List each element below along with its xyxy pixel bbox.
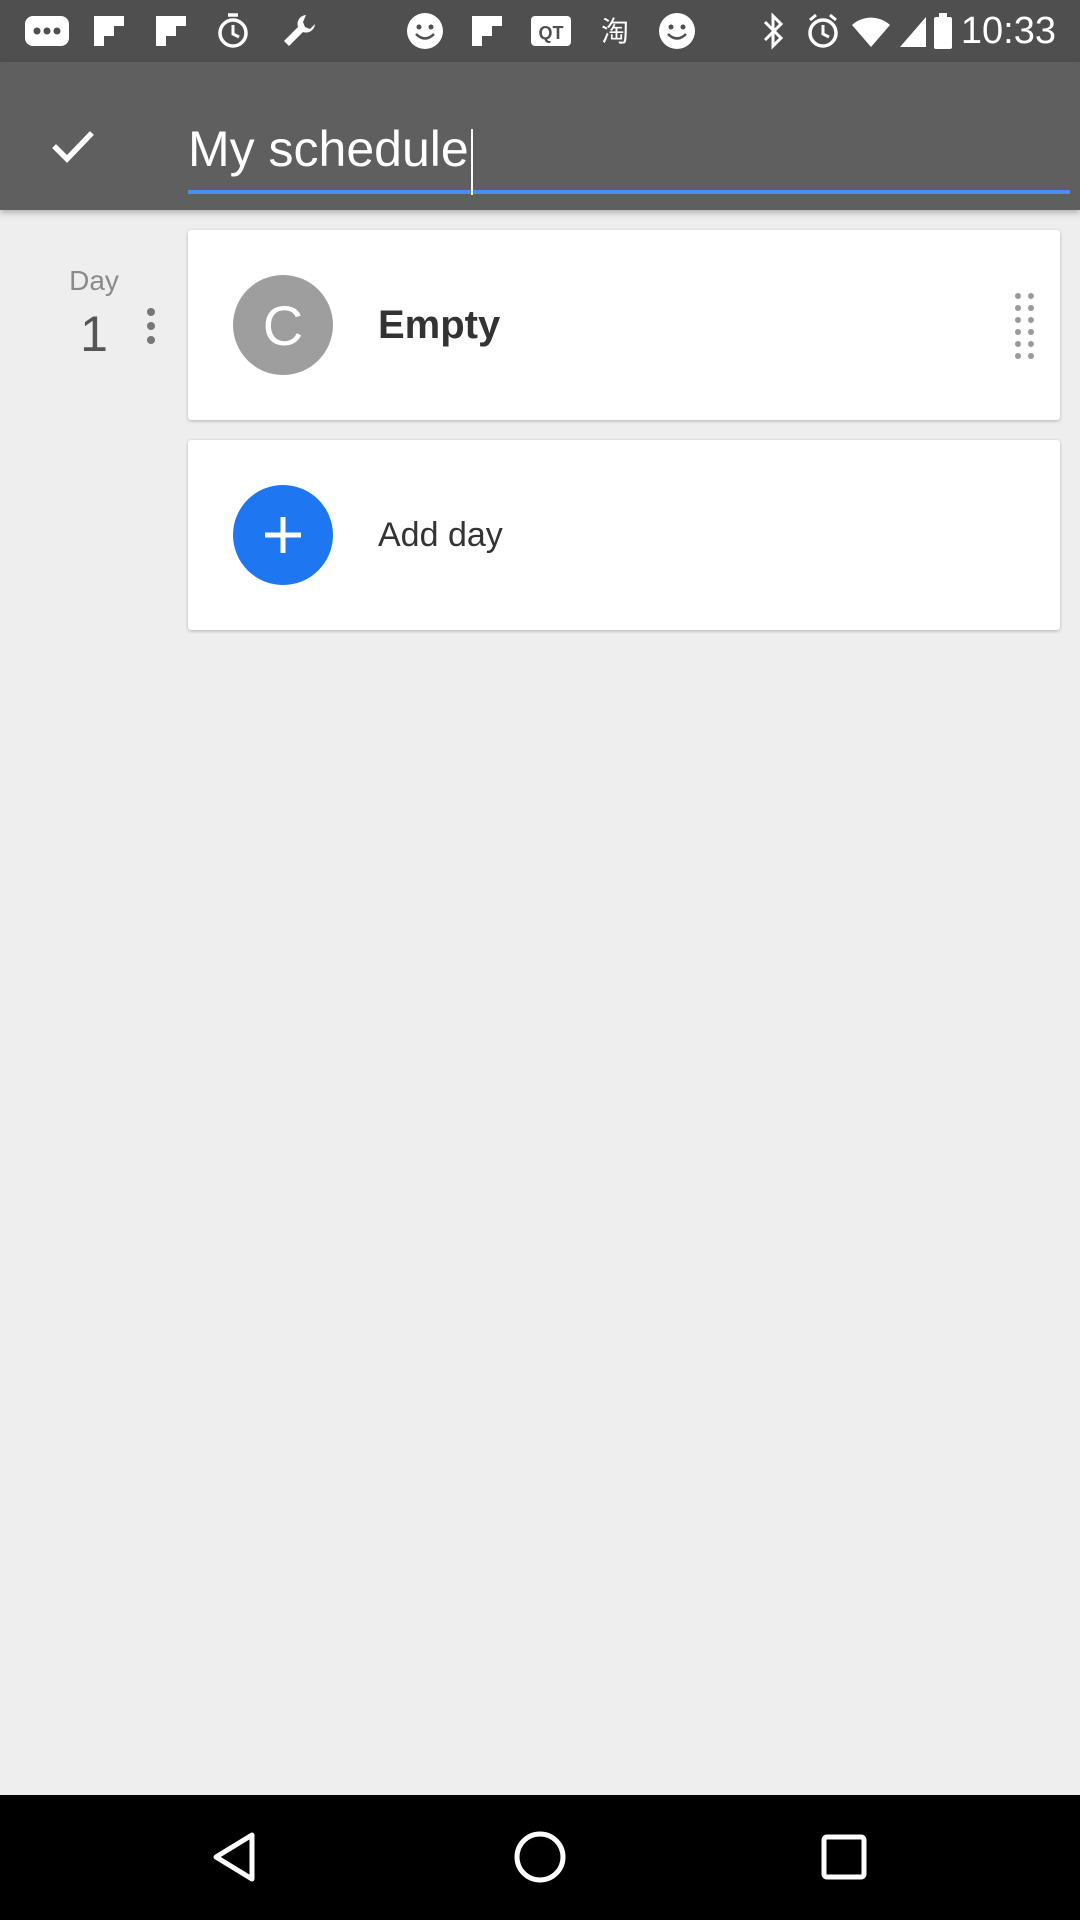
bluetooth-icon [750, 8, 796, 54]
alarm-icon [800, 8, 846, 54]
more-vert-icon[interactable] [136, 296, 166, 356]
recents-square-icon [821, 1834, 867, 1880]
smiley-icon [402, 8, 448, 54]
battery-icon [920, 8, 966, 54]
routine-avatar: C [233, 275, 333, 375]
plus-icon [233, 485, 333, 585]
back-button[interactable] [191, 1817, 281, 1897]
more-horiz-icon [24, 8, 70, 54]
day-number: 1 [80, 306, 108, 362]
smiley-icon [654, 8, 700, 54]
app-bar: My schedule [0, 62, 1080, 210]
schedule-name-value: My schedule [188, 121, 469, 177]
drag-handle-icon[interactable] [1014, 274, 1036, 378]
clock-time: 10:33 [960, 10, 1056, 52]
svg-text:QT: QT [539, 23, 564, 43]
taobao-icon: 淘 [592, 8, 638, 54]
wifi-icon [848, 8, 894, 54]
recents-button[interactable] [799, 1817, 889, 1897]
day-label: Day [69, 265, 119, 296]
day-routine-card[interactable]: C Empty [188, 230, 1060, 420]
confirm-button[interactable] [30, 104, 116, 190]
add-day-button[interactable]: Add day [188, 440, 1060, 630]
alarm-icon [210, 8, 256, 54]
wrench-icon [276, 8, 322, 54]
add-day-label: Add day [378, 516, 503, 554]
flipboard-icon [86, 8, 132, 54]
status-bar: QT 淘 10:33 [0, 0, 1080, 62]
flipboard-icon [464, 8, 510, 54]
svg-text:淘: 淘 [601, 15, 629, 48]
schedule-name-input[interactable]: My schedule [188, 104, 1070, 195]
flipboard-icon [148, 8, 194, 54]
text-caret [470, 128, 473, 195]
back-triangle-icon [213, 1832, 255, 1882]
check-icon [52, 131, 94, 163]
home-button[interactable] [495, 1817, 585, 1897]
routine-label: Empty [378, 303, 501, 347]
home-circle-icon [514, 1831, 566, 1883]
qt-icon: QT [528, 8, 574, 54]
navigation-bar [0, 1795, 1080, 1920]
